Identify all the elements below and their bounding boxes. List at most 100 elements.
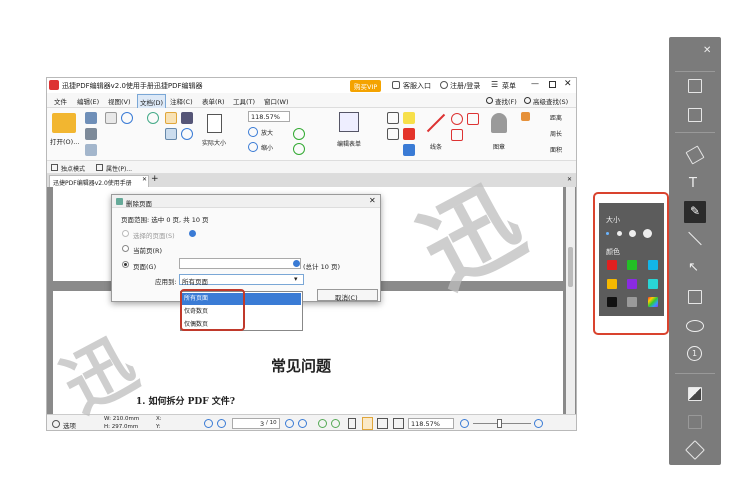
search-button[interactable]: 查找(F) xyxy=(495,96,517,106)
edit-form-icon[interactable] xyxy=(339,112,359,132)
maximize-button[interactable] xyxy=(549,81,556,88)
next-page-icon[interactable] xyxy=(285,419,294,428)
pages-input[interactable] xyxy=(179,258,301,269)
service-link[interactable]: 客服入口 xyxy=(403,81,431,91)
single-page-icon[interactable] xyxy=(348,418,356,429)
fit-page-icon[interactable] xyxy=(362,417,373,430)
properties-button[interactable]: 属性(P)... xyxy=(106,164,132,173)
text-field-icon[interactable] xyxy=(387,128,399,140)
back-icon[interactable] xyxy=(147,112,159,124)
menu-form[interactable]: 表单(R) xyxy=(202,96,225,106)
text-box-icon[interactable] xyxy=(387,112,399,124)
menu-comment[interactable]: 注释(C) xyxy=(170,96,193,106)
eraser-icon[interactable] xyxy=(685,145,705,165)
close-all-tabs-icon[interactable]: ✕ xyxy=(567,176,572,183)
menu-window[interactable]: 窗口(W) xyxy=(264,96,289,106)
panel-close-button[interactable]: ✕ xyxy=(703,45,711,56)
zoom-in-icon[interactable] xyxy=(248,127,258,137)
email-icon[interactable] xyxy=(85,144,97,156)
text-tool-icon[interactable]: T xyxy=(689,176,697,191)
distance-label[interactable]: 距离 xyxy=(550,113,562,122)
menu-view[interactable]: 视图(V) xyxy=(108,96,131,106)
size-dot-3[interactable] xyxy=(629,230,636,237)
rotate-icon[interactable] xyxy=(293,128,305,140)
zoom-tool-icon[interactable] xyxy=(181,128,193,140)
swatch-gray[interactable] xyxy=(627,297,637,307)
size-dot-2[interactable] xyxy=(617,231,622,236)
swatch-custom[interactable] xyxy=(648,297,658,307)
circle-shape-icon[interactable] xyxy=(451,113,463,125)
folder-icon[interactable] xyxy=(52,113,76,133)
number-tool-icon[interactable]: 1 xyxy=(687,346,702,361)
zoom-out-icon[interactable] xyxy=(248,142,258,152)
radio-pages[interactable] xyxy=(122,261,129,268)
first-page-icon[interactable] xyxy=(204,419,213,428)
open-button[interactable]: 打开(O)... xyxy=(50,136,79,146)
status-zoom-select[interactable]: 118.57% xyxy=(408,418,454,429)
swatch-yellow[interactable] xyxy=(607,279,617,289)
vertical-scrollbar[interactable] xyxy=(566,187,575,414)
zoom-in-label[interactable]: 放大 xyxy=(261,128,273,137)
swatch-cyan[interactable] xyxy=(648,260,658,270)
highlight-icon[interactable] xyxy=(403,128,415,140)
zoom-in-status-icon[interactable] xyxy=(534,419,543,428)
mosaic-tool-icon[interactable] xyxy=(688,387,702,401)
zoom-select[interactable]: 118.57% xyxy=(248,111,290,122)
document-tab[interactable]: 迅捷PDF编辑器v2.0使用手册 xyxy=(49,175,149,187)
undo-icon[interactable] xyxy=(121,112,133,124)
note-icon[interactable] xyxy=(403,112,415,124)
swatch-purple[interactable] xyxy=(627,279,637,289)
page-number-input[interactable]: 3 / 10 xyxy=(232,418,280,429)
zoom-out-label[interactable]: 缩小 xyxy=(261,143,273,152)
buy-vip-button[interactable]: 购买VIP xyxy=(350,80,382,92)
refresh-icon[interactable] xyxy=(293,143,305,155)
save-icon[interactable] xyxy=(688,79,702,93)
arrow-tool-icon[interactable]: ↖ xyxy=(688,260,699,275)
image-icon[interactable] xyxy=(688,108,702,122)
two-page-icon[interactable] xyxy=(377,418,388,429)
rectangle-tool-icon[interactable] xyxy=(688,290,702,304)
blank-tool-icon[interactable] xyxy=(688,415,702,429)
size-dot-1[interactable] xyxy=(606,232,609,235)
stamp-icon[interactable] xyxy=(491,113,507,133)
line-tool-icon[interactable] xyxy=(688,231,702,246)
menu-button[interactable]: 菜单 xyxy=(502,81,516,91)
eraser-icon[interactable] xyxy=(521,112,530,121)
polygon-shape-icon[interactable] xyxy=(467,113,479,125)
options-button[interactable]: 选项 xyxy=(63,420,76,430)
last-page-icon[interactable] xyxy=(298,419,307,428)
line-icon[interactable] xyxy=(426,113,446,133)
apply-to-select[interactable]: 所有页面 ▾ xyxy=(179,274,304,286)
save-icon[interactable] xyxy=(85,112,97,124)
continuous-icon[interactable] xyxy=(393,418,404,429)
radio-current-page[interactable] xyxy=(122,245,129,252)
zoom-out-status-icon[interactable] xyxy=(460,419,469,428)
scrollbar-thumb[interactable] xyxy=(568,247,573,287)
fill-tool-icon[interactable] xyxy=(685,440,705,460)
actual-size-icon[interactable] xyxy=(207,114,222,133)
cancel-button[interactable]: 取消(C) xyxy=(317,289,378,302)
new-tab-button[interactable]: + xyxy=(151,174,159,184)
menu-icon[interactable]: ☰ xyxy=(491,80,498,89)
history-forward-icon[interactable] xyxy=(331,419,340,428)
snapshot-icon[interactable] xyxy=(165,128,177,140)
click-mode-button[interactable]: 独点模式 xyxy=(61,164,85,173)
menu-edit[interactable]: 编辑(E) xyxy=(77,96,99,106)
swatch-red[interactable] xyxy=(607,260,617,270)
perimeter-label[interactable]: 周长 xyxy=(550,129,562,138)
menu-file[interactable]: 文件 xyxy=(54,96,67,106)
advanced-search-button[interactable]: 高级查找(S) xyxy=(533,96,568,106)
swatch-black[interactable] xyxy=(607,297,617,307)
area-label[interactable]: 面积 xyxy=(550,145,562,154)
new-doc-icon[interactable] xyxy=(105,112,117,124)
ellipse-tool-icon[interactable] xyxy=(686,320,704,332)
dialog-close-button[interactable]: ✕ xyxy=(369,196,376,205)
history-back-icon[interactable] xyxy=(318,419,327,428)
minimize-button[interactable]: — xyxy=(531,79,539,88)
close-button[interactable]: ✕ xyxy=(564,79,572,89)
audio-icon[interactable] xyxy=(403,144,415,156)
zoom-slider-handle[interactable] xyxy=(497,419,502,428)
pen-tool-icon[interactable]: ✎ xyxy=(684,201,706,223)
print-icon[interactable] xyxy=(85,128,97,140)
swatch-green[interactable] xyxy=(627,260,637,270)
